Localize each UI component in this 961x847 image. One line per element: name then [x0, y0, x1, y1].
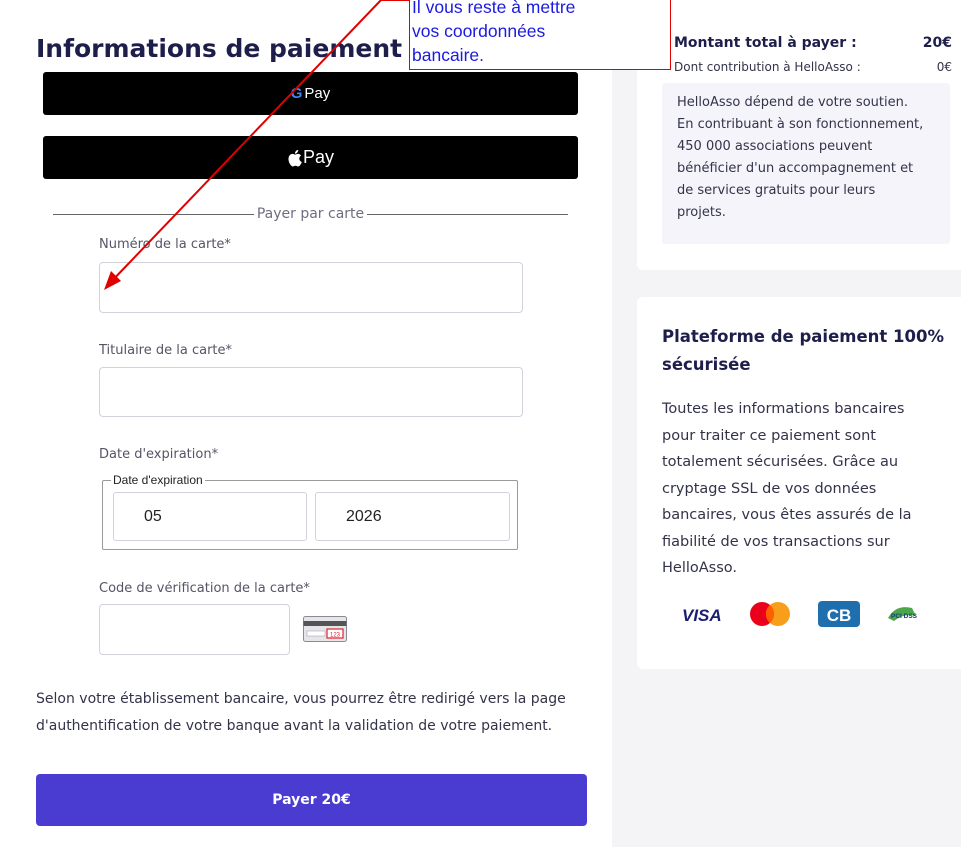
apple-logo-icon — [287, 149, 302, 167]
support-line: En contribuant à son fonctionnement, — [677, 117, 924, 132]
secure-text-line: pour traiter ce paiement sont — [662, 427, 876, 444]
support-line: projets. — [677, 205, 726, 220]
visa-logo-icon: VISA — [682, 606, 722, 625]
contribution-row: Dont contribution à HelloAsso : 0€ — [674, 60, 952, 74]
annotation-callout: Il vous reste à mettre vos coordonnées b… — [409, 0, 671, 70]
note-line-2: d'authentification de votre banque avant… — [36, 718, 553, 734]
google-pay-button[interactable]: G Pay — [43, 72, 578, 115]
svg-text:PCI DSS: PCI DSS — [891, 613, 918, 620]
support-line: de services gratuits pour leurs — [677, 183, 876, 198]
total-row: Montant total à payer : 20€ — [674, 35, 952, 51]
cb-logo-icon: CB — [818, 601, 860, 627]
divider-line-left — [53, 213, 254, 215]
secure-description: Toutes les informations bancaires pour t… — [662, 396, 954, 582]
google-pay-label: Pay — [304, 85, 331, 102]
cvv-digits: 123 — [330, 633, 341, 639]
total-label: Montant total à payer : — [674, 35, 857, 51]
secure-text-line: bancaires, vous êtes assurés de la — [662, 507, 912, 523]
contribution-label: Dont contribution à HelloAsso : — [674, 60, 861, 74]
annotation-line-3: bancaire. — [412, 45, 484, 65]
secure-title-line: sécurisée — [662, 355, 751, 374]
expiry-label: Date d'expiration* — [99, 447, 219, 462]
payment-logos: VISA CB PCI DSS — [680, 600, 950, 628]
secure-text-line: Toutes les informations bancaires — [662, 401, 905, 417]
secure-title-line: Plateforme de paiement 100% — [662, 327, 945, 346]
total-value: 20€ — [922, 35, 952, 51]
page-title: Informations de paiement — [36, 34, 403, 63]
support-message: HelloAsso dépend de votre soutien. En co… — [662, 83, 950, 244]
card-back-icon: 123 — [303, 616, 347, 647]
divider-line-right — [367, 213, 568, 215]
card-number-label: Numéro de la carte* — [99, 237, 231, 252]
pay-button[interactable]: Payer 20€ — [36, 774, 587, 826]
card-holder-label: Titulaire de la carte* — [99, 343, 233, 358]
note-line-1: Selon votre établissement bancaire, vous… — [36, 691, 566, 707]
pci-dss-logo-icon: PCI DSS — [888, 607, 918, 621]
mastercard-logo-icon — [750, 602, 790, 626]
annotation-line-1: Il vous reste à mettre — [412, 0, 576, 17]
google-g-icon: G — [290, 85, 303, 102]
secure-text-line: totalement sécurisées. Grâce au — [662, 454, 899, 470]
annotation-line-2: vos coordonnées — [412, 21, 546, 41]
secure-text-line: cryptage SSL de vos données — [662, 480, 877, 497]
cvv-input[interactable] — [99, 604, 290, 655]
expiry-year-select[interactable]: 2026 — [315, 492, 510, 541]
secure-text-line: HelloAsso. — [662, 560, 738, 576]
support-line: bénéficier d'un accompagnement et — [677, 161, 914, 176]
divider-label: Payer par carte — [256, 206, 365, 222]
apple-pay-label: Pay — [302, 147, 335, 167]
svg-text:CB: CB — [827, 606, 852, 625]
svg-text:VISA: VISA — [682, 606, 722, 625]
expiry-month-select[interactable]: 05 — [113, 492, 307, 541]
support-line: HelloAsso dépend de votre soutien. — [677, 95, 908, 110]
apple-pay-button[interactable]: Pay — [43, 136, 578, 179]
secure-title: Plateforme de paiement 100% sécurisée — [662, 323, 952, 379]
card-number-input[interactable] — [99, 262, 523, 313]
cvv-label: Code de vérification de la carte* — [99, 581, 310, 596]
pay-by-card-divider: Payer par carte — [53, 204, 568, 224]
card-holder-input[interactable] — [99, 367, 523, 417]
contribution-value: 0€ — [936, 60, 952, 74]
expiry-legend: Date d'expiration — [111, 473, 205, 487]
support-line: 450 000 associations peuvent — [677, 139, 873, 154]
secure-text-line: fiabilité de vos transactions sur — [662, 533, 890, 550]
bank-redirect-note: Selon votre établissement bancaire, vous… — [36, 686, 596, 740]
